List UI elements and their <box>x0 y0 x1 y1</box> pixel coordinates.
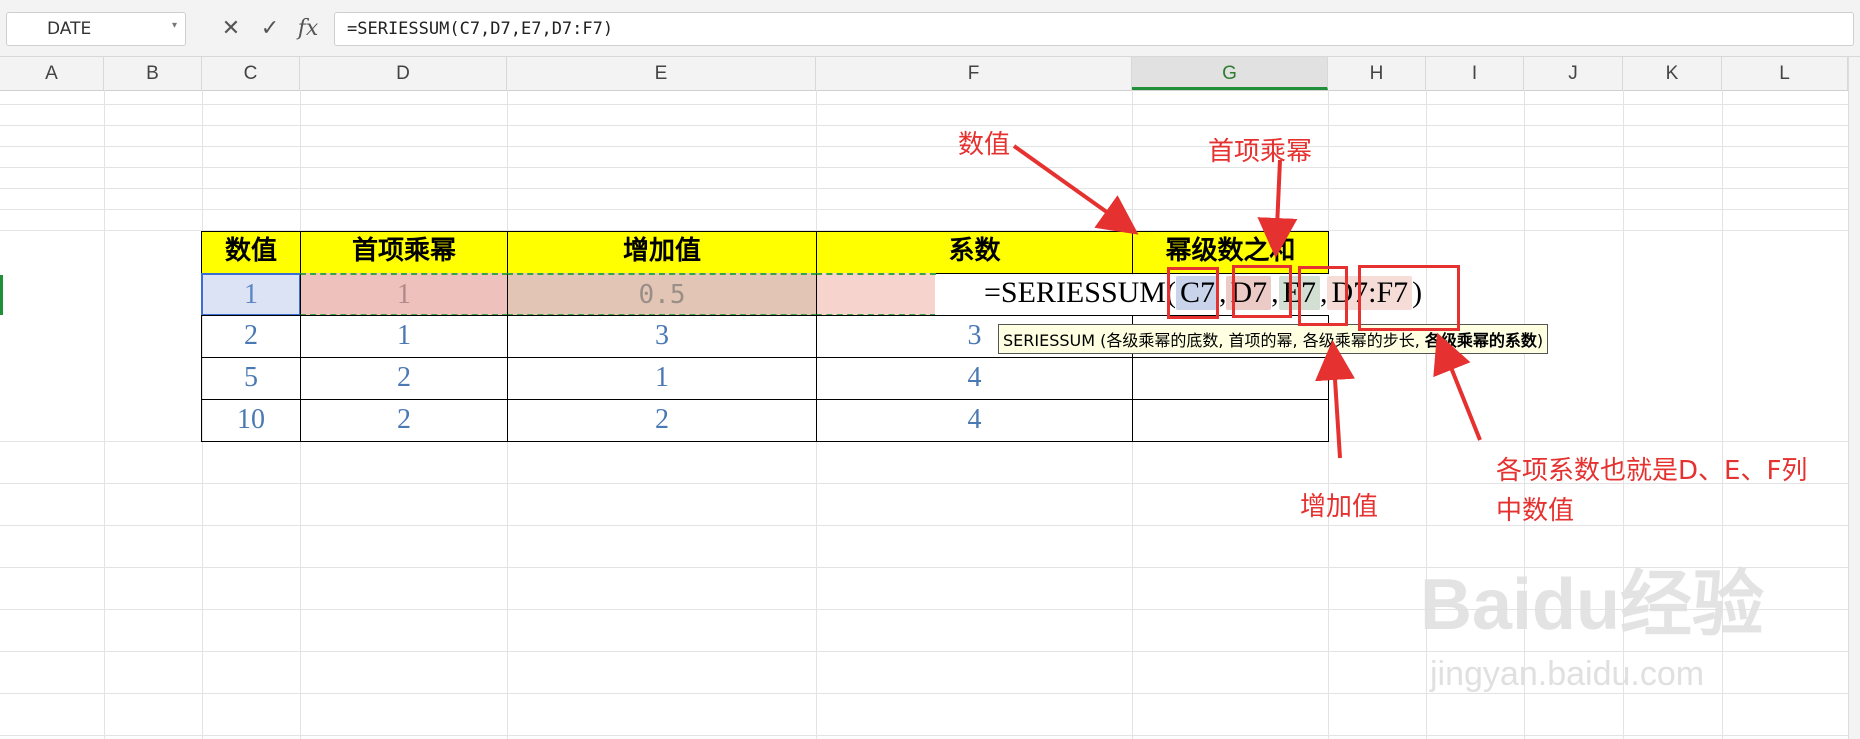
arrow-first-power <box>1257 159 1298 258</box>
annotation-coefficients-line1: 各项系数也就是D、E、F列 <box>1496 456 1808 486</box>
arrow-coefficients <box>1433 332 1482 441</box>
annotation-value: 数值 <box>958 130 1011 160</box>
arrow-increment <box>1315 340 1355 459</box>
baidu-watermark-logo: Baidu经验 <box>1420 565 1765 645</box>
vertical-scrollbar[interactable] <box>1848 57 1860 739</box>
annotation-coefficients-line2: 中数值 <box>1496 496 1575 526</box>
annotation-increment: 增加值 <box>1300 492 1379 522</box>
arrow-value <box>1012 144 1139 235</box>
baidu-watermark-url: jingyan.baidu.com <box>1430 655 1705 693</box>
annotation-first-power: 首项乘幂 <box>1208 137 1313 167</box>
